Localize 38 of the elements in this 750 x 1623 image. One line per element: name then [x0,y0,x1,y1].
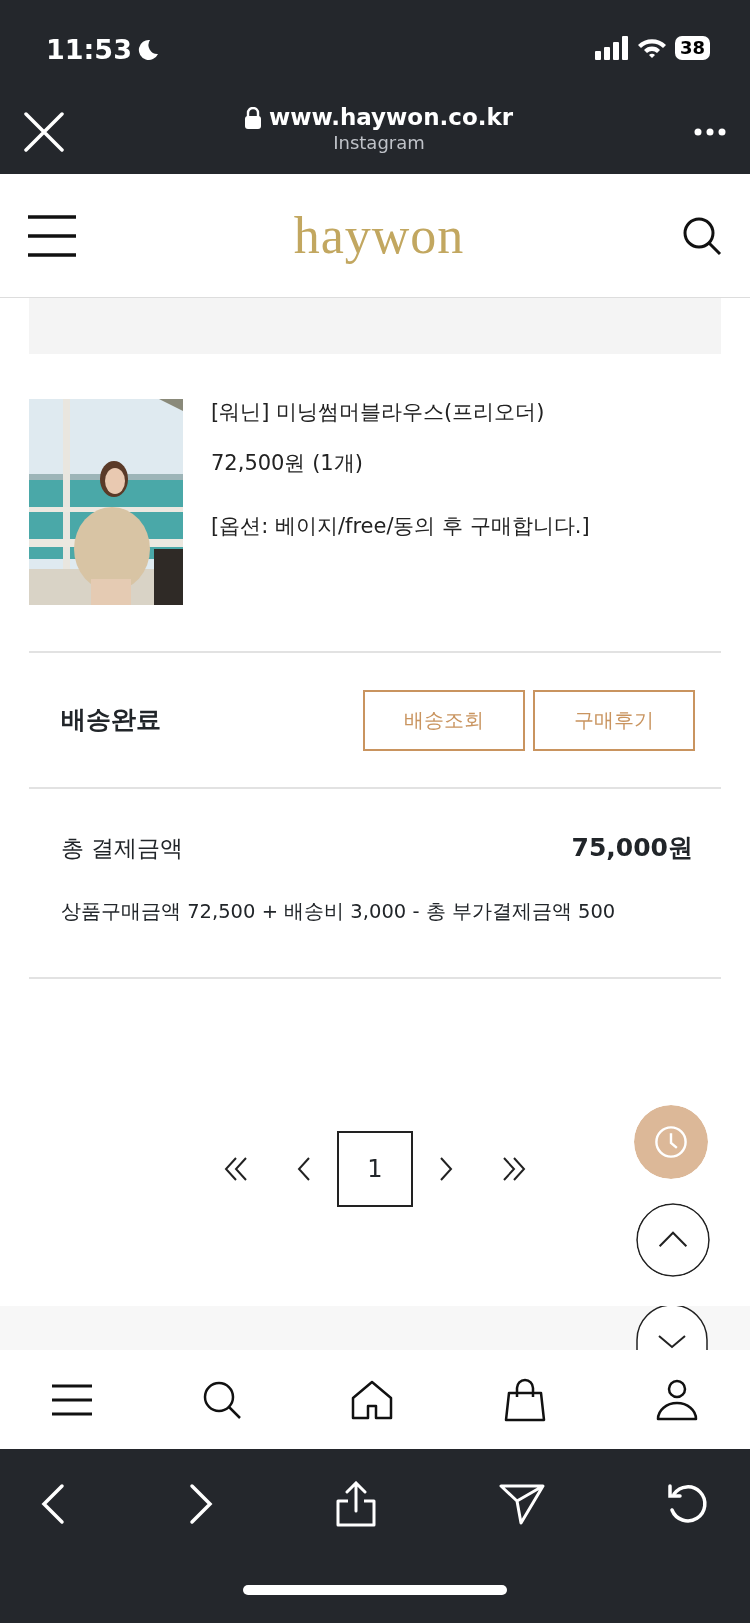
share-icon[interactable] [335,1481,377,1527]
forward-icon[interactable] [187,1483,214,1525]
delivery-status: 배송완료 [61,704,161,737]
total-amount: 75,000원 [571,832,693,864]
reload-icon[interactable] [666,1482,710,1526]
previous-page-icon[interactable] [297,1156,311,1182]
order-action-button[interactable]: 배송조회 [363,689,525,751]
page-source: Instagram [332,131,426,155]
menu-icon[interactable] [52,1383,92,1416]
first-page-icon[interactable] [223,1156,249,1182]
back-icon[interactable] [40,1483,66,1525]
lock-icon [244,106,261,129]
brand-logo[interactable]: haywon [293,196,465,275]
product-option: [옵션: 베이지/free/동의 후 구매합니다.] [211,511,590,543]
order-action-button[interactable]: 구매후기 [533,689,695,751]
search-icon[interactable] [682,215,722,256]
menu-icon[interactable] [28,214,76,257]
signal-icon [594,36,629,60]
close-icon[interactable] [24,112,64,152]
scroll-up-button[interactable] [636,1203,710,1277]
clock-time: 11:53 [46,33,132,67]
search-icon[interactable] [201,1379,242,1420]
next-page-icon[interactable] [439,1156,453,1182]
wifi-icon [636,37,667,59]
payment-breakdown: 상품구매금액 72,500 + 배송비 3,000 - 총 부가결제금액 500 [61,898,617,925]
more-icon[interactable] [694,128,726,136]
total-label: 총 결제금액 [61,833,184,863]
product-name[interactable]: [워닌] 미닝썸머블라우스(프리오더) [211,397,590,429]
last-page-icon[interactable] [501,1156,527,1182]
product-price: 72,500원 (1개) [211,449,364,477]
send-icon[interactable] [498,1483,545,1525]
page-url: www.haywon.co.kr [268,106,514,129]
user-icon[interactable] [656,1378,698,1421]
battery-level-text: 38 [674,36,710,60]
page-number-button[interactable]: 1 [337,1131,413,1207]
shopping-bag-icon[interactable] [502,1377,547,1422]
home-icon[interactable] [351,1379,393,1420]
scroll-down-button[interactable] [636,1306,708,1350]
